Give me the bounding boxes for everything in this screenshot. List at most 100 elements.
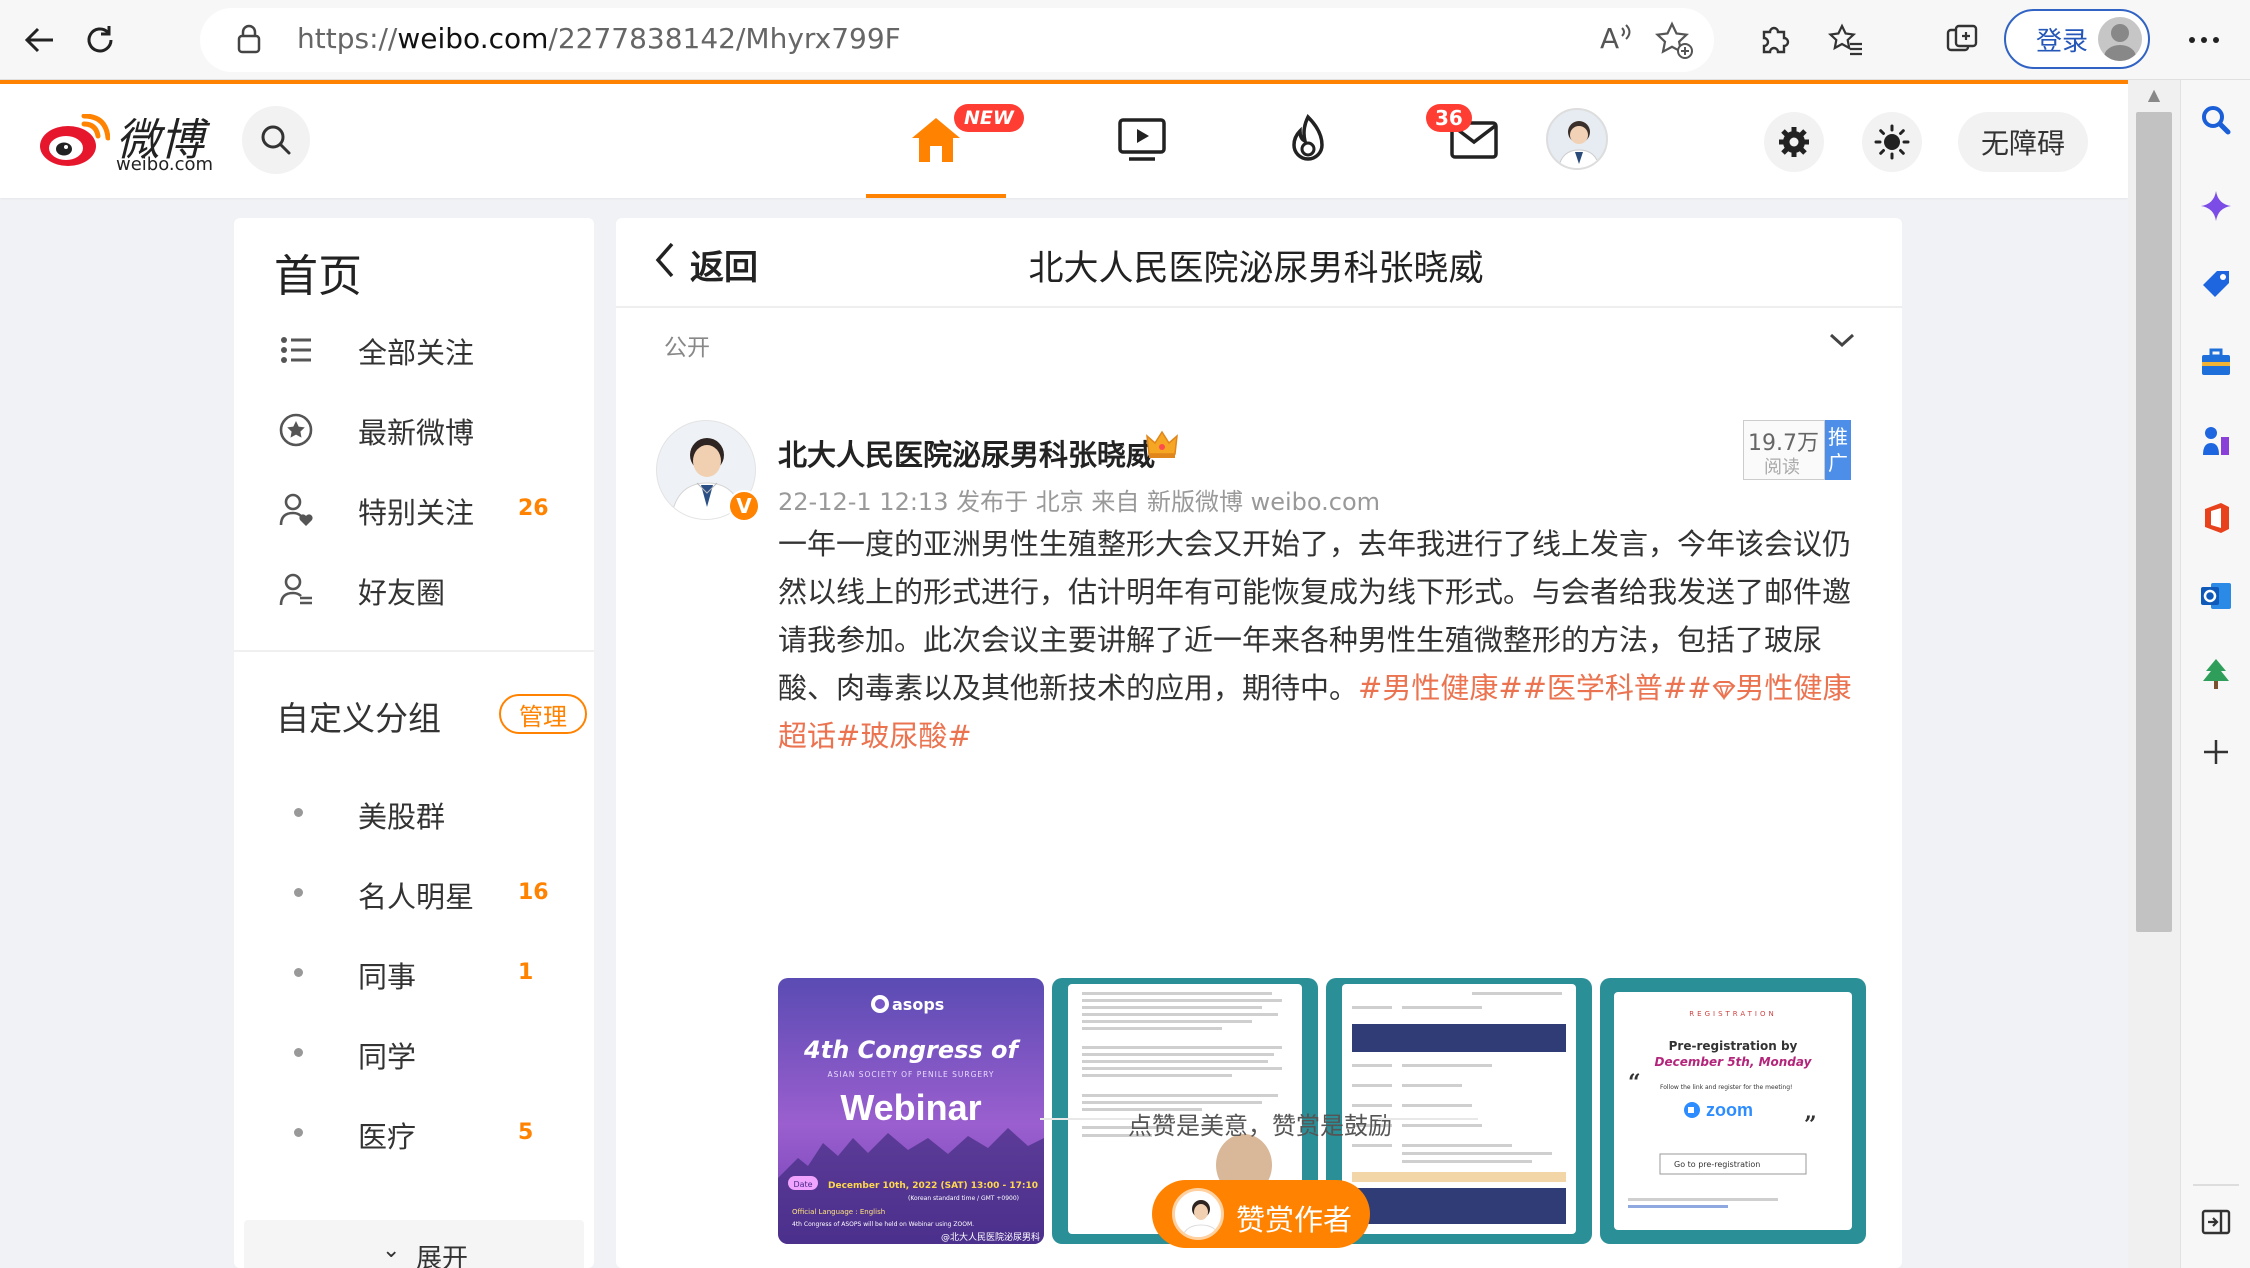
browser-toolbar: https://weibo.com/2277838142/Mhyrx799F A… (0, 0, 2250, 80)
games-chess-icon[interactable] (2198, 422, 2234, 458)
nav-video-tab[interactable] (1092, 100, 1192, 180)
svg-text:”: ” (1804, 1112, 1817, 1138)
user-heart-icon (279, 493, 313, 526)
outlook-icon[interactable] (2198, 578, 2234, 614)
back-button[interactable]: 返回 (690, 240, 758, 289)
webinar-line3: Webinar (840, 1087, 981, 1128)
bullet-dot (294, 1048, 303, 1057)
pre-registration-button: Go to pre-registration (1674, 1160, 1760, 1169)
read-aloud-icon[interactable]: A (1598, 20, 1634, 64)
chevron-down-icon[interactable] (1828, 324, 1856, 357)
copilot-sparkle-icon[interactable] (2198, 188, 2234, 224)
settings-button[interactable] (1764, 112, 1824, 172)
search-sidebar-icon[interactable] (2198, 102, 2234, 138)
scrollbar-thumb[interactable] (2136, 112, 2172, 932)
refresh-icon[interactable] (72, 12, 128, 68)
fire-icon (1292, 114, 1324, 161)
svg-text:“: “ (1628, 1070, 1641, 1096)
group-item-us-stocks[interactable]: 美股群 (234, 784, 594, 844)
hashtag-link[interactable]: #男性健康# (1358, 671, 1523, 705)
hashtag-link[interactable]: #医学科普# (1523, 671, 1688, 705)
post-meta: 22-12-1 12:13 发布于 北京 来自 新版微博 weibo.com (778, 488, 1381, 516)
divider-line (1378, 1118, 1478, 1120)
post-image-registration[interactable]: REGISTRATION Pre-registration by Decembe… (1600, 978, 1866, 1244)
gear-icon (1779, 127, 1809, 157)
user-group-icon (279, 573, 312, 606)
logo-subtext: weibo.com (116, 154, 214, 175)
reward-author-button[interactable]: 赞赏作者 (1152, 1180, 1370, 1248)
address-bar[interactable]: https://weibo.com/2277838142/Mhyrx799F A (200, 8, 1714, 72)
webinar-line2: ASIAN SOCIETY OF PENILE SURGERY (828, 1070, 995, 1079)
lock-icon[interactable] (236, 24, 262, 61)
chevron-left-icon[interactable] (652, 240, 678, 290)
registration-follow: Follow the link and register for the mee… (1660, 1084, 1792, 1091)
group-item-label: 同事 (358, 960, 417, 994)
post-author-name[interactable]: 北大人民医院泌尿男科张晓威 (778, 432, 1155, 474)
svg-text:A: A (1600, 22, 1619, 55)
supertopic-icon (1712, 671, 1736, 705)
main-content: 返回 北大人民医院泌尿男科张晓威 公开 V 北大人民医院泌尿男科张晓威 22-1… (616, 218, 1902, 1268)
group-item-colleagues[interactable]: 同事 1 (234, 944, 594, 1004)
verified-badge-icon: V (728, 490, 760, 522)
webinar-line1: 4th Congress of (803, 1036, 1021, 1064)
messages-count-badge: 36 (1426, 104, 1472, 132)
sidebar-item-friends[interactable]: 好友圈 (234, 560, 594, 620)
expand-groups-button[interactable]: ⌄ 展开 (244, 1220, 584, 1268)
crown-badge-icon[interactable] (1146, 430, 1178, 467)
theme-toggle-button[interactable] (1862, 112, 1922, 172)
bullet-dot (294, 888, 303, 897)
new-badge: NEW (954, 104, 1024, 132)
tree-icon[interactable] (2198, 656, 2234, 692)
login-label: 登录 (2036, 26, 2089, 57)
read-label: 阅读 (1764, 457, 1800, 478)
office-icon[interactable] (2198, 500, 2234, 536)
bullet-2: 4th Congress of ASOPS will be held on We… (792, 1221, 974, 1228)
nav-hot-tab[interactable] (1258, 100, 1358, 180)
tools-briefcase-icon[interactable] (2198, 344, 2234, 380)
sidebar-item-latest[interactable]: 最新微博 (234, 400, 594, 460)
brand-text: asops (892, 995, 944, 1014)
group-item-medical[interactable]: 医疗 5 (234, 1104, 594, 1164)
post-text: 一年一度的亚洲男性生殖整形大会又开始了，去年我进行了线上发言，今年该会议仍然以线… (778, 520, 1858, 760)
manage-groups-button[interactable]: 管理 (499, 694, 587, 734)
collections-icon[interactable] (1934, 12, 1990, 68)
scroll-up-arrow-icon[interactable]: ▲ (2128, 80, 2180, 110)
shopping-tag-icon[interactable] (2198, 266, 2234, 302)
sun-icon (1874, 124, 1910, 160)
sidebar-item-label: 全部关注 (358, 336, 475, 370)
hashtag-link[interactable]: #玻尿酸# (836, 719, 972, 753)
more-options-icon[interactable] (2176, 12, 2232, 68)
group-item-count: 5 (518, 1120, 534, 1145)
back-arrow-icon[interactable] (12, 12, 68, 68)
active-tab-indicator (866, 194, 1006, 198)
group-item-label: 名人明星 (358, 880, 475, 914)
extensions-icon[interactable] (1746, 12, 1802, 68)
login-button[interactable]: 登录 (2004, 9, 2150, 69)
accessibility-button[interactable]: 无障碍 (1958, 112, 2088, 172)
search-button[interactable] (242, 106, 310, 174)
sidebar-item-count: 26 (518, 496, 549, 521)
group-item-celebrities[interactable]: 名人明星 16 (234, 864, 594, 924)
group-item-label: 医疗 (358, 1120, 417, 1154)
registration-subtitle: December 5th, Monday (1655, 1055, 1813, 1069)
profile-avatar-icon (2098, 17, 2142, 61)
date-sub: (Korean standard time / GMT +0900) (908, 1195, 1019, 1202)
sidebar-item-label: 好友圈 (358, 576, 446, 610)
group-item-label: 美股群 (358, 800, 446, 834)
promote-button[interactable]: 推广 (1825, 420, 1851, 480)
hide-sidebar-icon[interactable] (2198, 1204, 2234, 1240)
weibo-logo[interactable]: 微博 weibo.com (38, 104, 228, 175)
hashtag-link[interactable]: # (1687, 671, 1711, 705)
group-item-classmates[interactable]: 同学 (234, 1024, 594, 1084)
watermark: @北大人民医院泌尿男科 (941, 1231, 1040, 1243)
favorites-icon[interactable] (1818, 12, 1874, 68)
add-favorite-icon[interactable] (1654, 20, 1694, 68)
sidebar-item-all-following[interactable]: 全部关注 (234, 320, 594, 380)
sidebar-item-special[interactable]: 特别关注 26 (234, 480, 594, 540)
user-avatar[interactable] (1546, 108, 1608, 170)
registration-heading: REGISTRATION (1689, 1010, 1776, 1018)
bullet-dot (294, 968, 303, 977)
add-icon[interactable] (2198, 734, 2234, 770)
reward-label: 赞赏作者 (1236, 1203, 1353, 1237)
chevron-down-icon: ⌄ (382, 1238, 401, 1263)
